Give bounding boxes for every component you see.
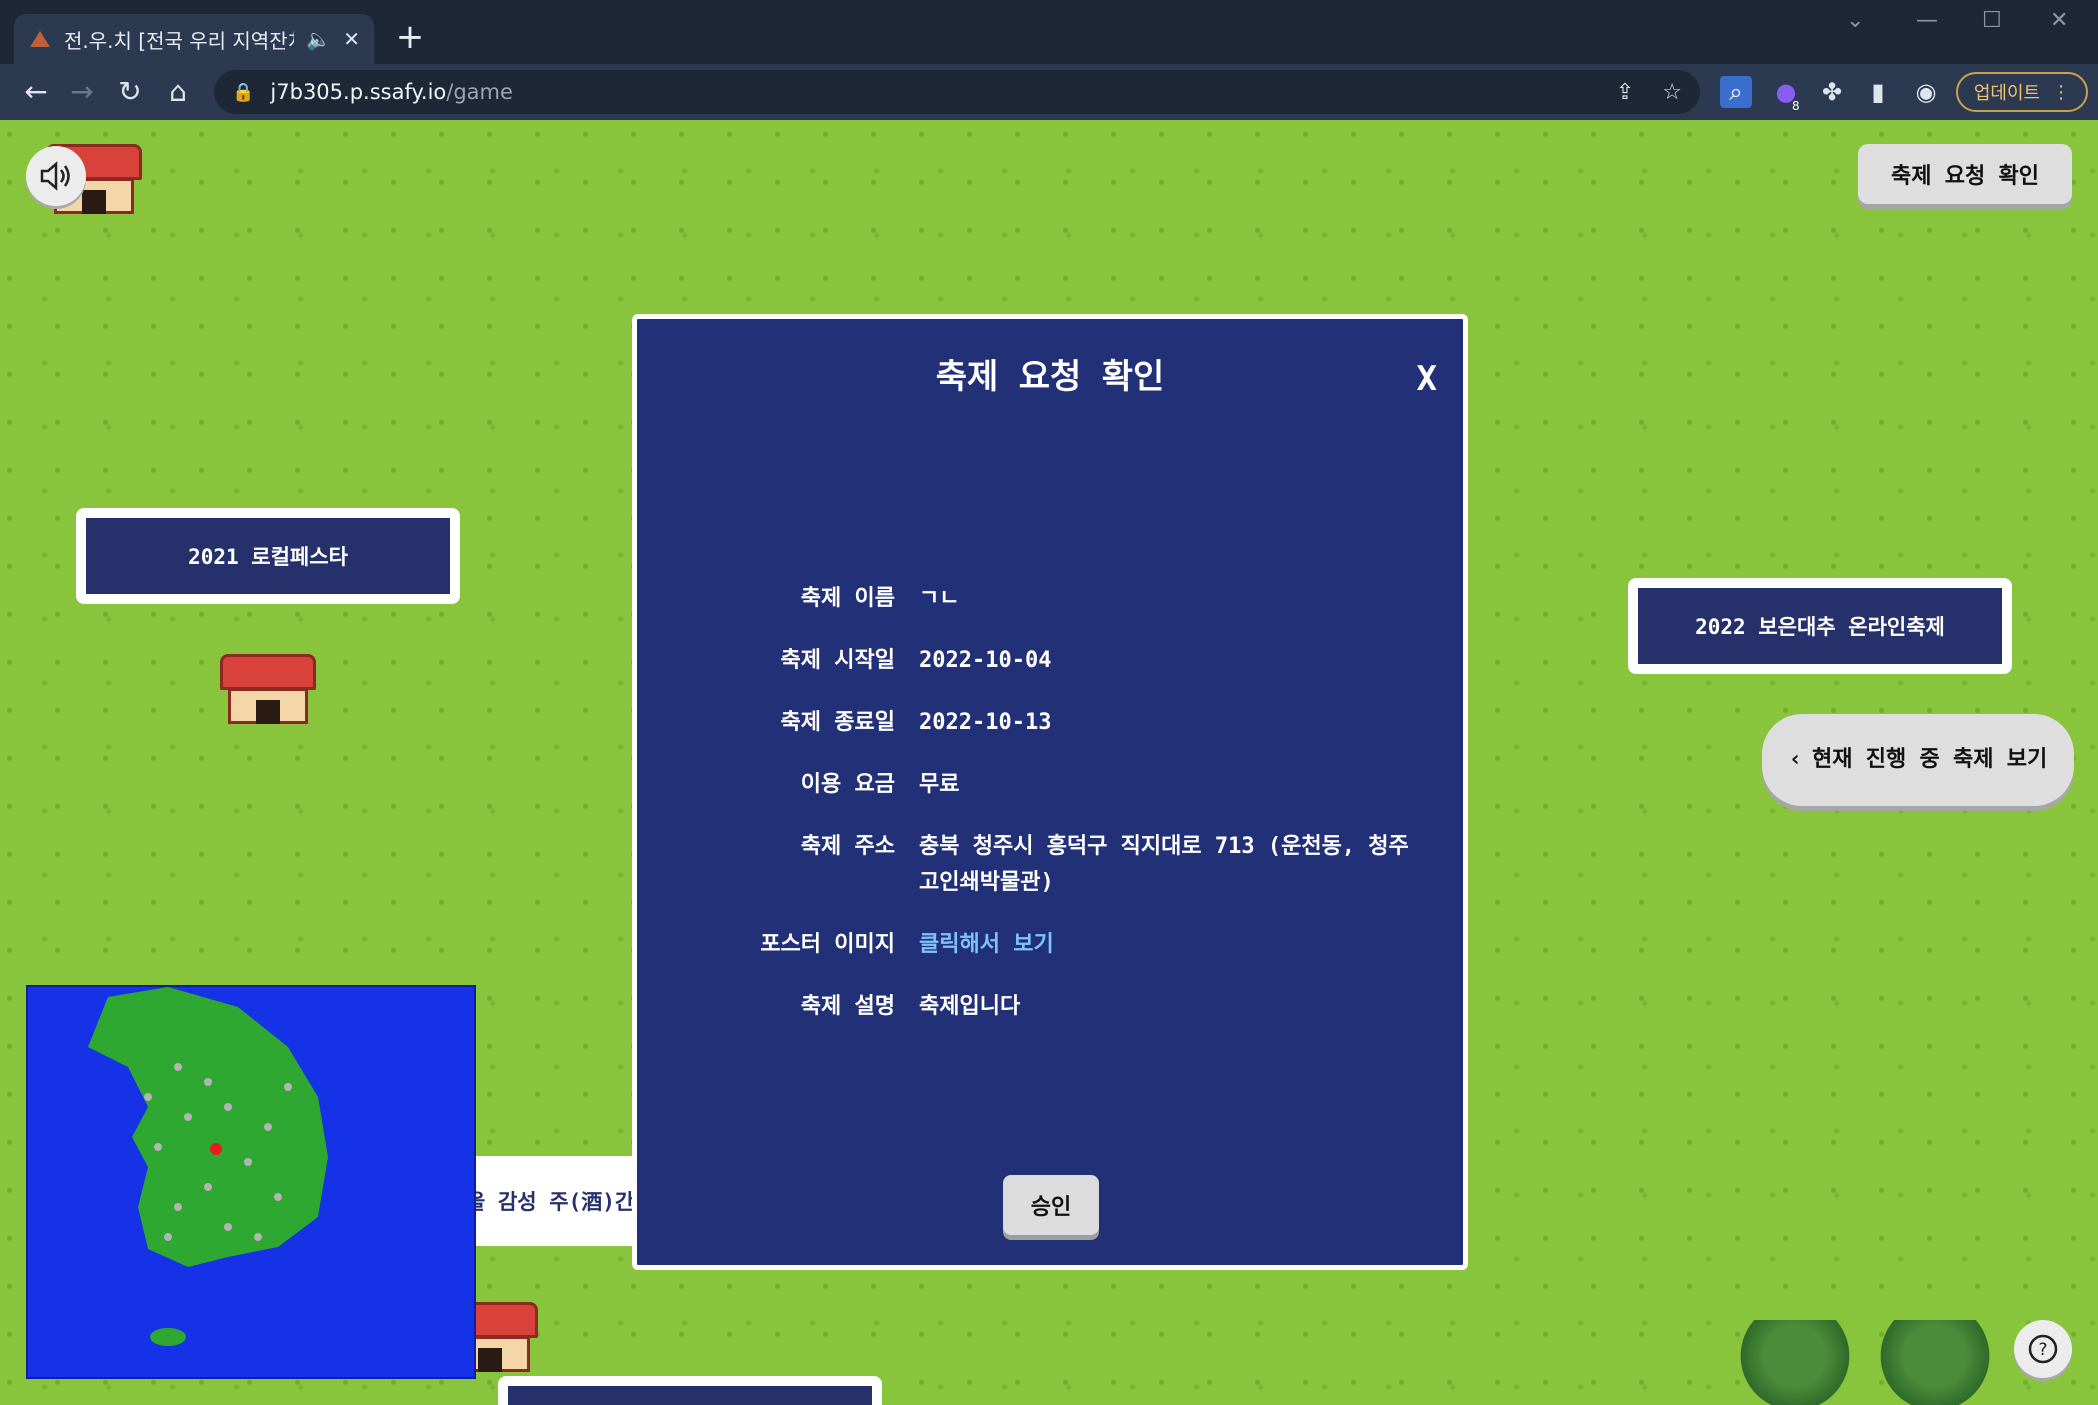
festival-sign[interactable]: 2021 로컬페스타 xyxy=(76,508,460,604)
festival-sign-label xyxy=(508,1386,872,1405)
tab-title: 전.우.치 [전국 우리 지역잔치 xyxy=(64,28,295,53)
svg-text:?: ? xyxy=(2038,1340,2047,1360)
tab-mute-icon[interactable]: 🔈 xyxy=(306,27,331,51)
current-festivals-label: 현재 진행 중 축제 보기 xyxy=(1812,747,2048,772)
minimap[interactable] xyxy=(26,985,476,1379)
info-label: 이용 요금 xyxy=(800,772,895,797)
info-value: ㄱㄴ xyxy=(919,586,960,611)
tab-search-icon[interactable]: ⌄ xyxy=(1846,8,1864,33)
extensions-puzzle-icon[interactable]: ✤ xyxy=(1816,76,1848,108)
korea-map-icon xyxy=(88,987,328,1346)
extension-badge-icon[interactable]: ● 8 xyxy=(1770,76,1802,113)
update-label: 업데이트 xyxy=(1973,83,2041,104)
help-button[interactable]: ? xyxy=(2014,1320,2072,1378)
extension-badge-count: 8 xyxy=(1792,99,1800,113)
url-path: /game xyxy=(446,80,513,104)
question-icon: ? xyxy=(2028,1334,2058,1364)
minimize-icon[interactable]: — xyxy=(1916,8,1938,33)
info-value: 무료 xyxy=(919,772,960,797)
info-label: 축제 주소 xyxy=(800,834,895,859)
modal-title: 축제 요청 확인 xyxy=(935,357,1165,397)
info-label: 축제 설명 xyxy=(800,994,895,1019)
chevron-left-icon: ‹ xyxy=(1788,747,1803,772)
profile-icon[interactable]: ◉ xyxy=(1910,76,1942,108)
current-festivals-button[interactable]: ‹ 현재 진행 중 축제 보기 xyxy=(1762,714,2074,806)
site-favicon-icon xyxy=(30,31,50,47)
home-icon[interactable]: ⌂ xyxy=(160,74,196,110)
info-label: 축제 종료일 xyxy=(780,710,895,735)
info-label: 포스터 이미지 xyxy=(760,932,895,957)
festival-info: 축제 이름 ㄱㄴ 축제 시작일 2022-10-04 축제 종료일 2022-1… xyxy=(697,581,1417,1051)
reload-icon[interactable]: ↻ xyxy=(112,74,148,110)
approve-button[interactable]: 승인 xyxy=(1003,1175,1099,1235)
menu-dots-icon[interactable]: ⋮ xyxy=(2052,82,2070,103)
new-tab-button[interactable]: + xyxy=(390,18,430,58)
tree-sprite xyxy=(1880,1320,1990,1405)
modal-close-button[interactable]: X xyxy=(1417,359,1437,399)
address-bar[interactable]: 🔒 j7b305.p.ssafy.io/game ⇪ ☆ xyxy=(214,70,1700,114)
browser-toolbar: ← → ↻ ⌂ 🔒 j7b305.p.ssafy.io/game ⇪ ☆ ⌕ ●… xyxy=(0,64,2098,120)
tree-sprite xyxy=(1740,1320,1850,1405)
back-icon[interactable]: ← xyxy=(18,74,54,110)
festival-sign[interactable]: 2022 보은대추 온라인축제 xyxy=(1628,578,2012,674)
info-row-fee: 이용 요금 무료 xyxy=(697,767,1417,803)
festival-request-check-button[interactable]: 축제 요청 확인 xyxy=(1858,144,2072,204)
info-value: 2022-10-04 xyxy=(919,648,1052,673)
browser-tabbar: 전.우.치 [전국 우리 지역잔치 🔈 ✕ + ⌄ — ☐ ✕ xyxy=(0,0,2098,64)
side-panel-icon[interactable]: ▮ xyxy=(1862,76,1894,108)
festival-request-modal: 축제 요청 확인 X 축제 이름 ㄱㄴ 축제 시작일 2022-10-04 축제… xyxy=(632,314,1468,1270)
festival-sign-label: 2021 로컬페스타 xyxy=(86,518,450,594)
info-label: 축제 시작일 xyxy=(780,648,895,673)
speaker-icon xyxy=(40,161,70,191)
sound-toggle-button[interactable] xyxy=(26,146,86,206)
lock-icon: 🔒 xyxy=(232,81,255,103)
info-row-name: 축제 이름 ㄱㄴ xyxy=(697,581,1417,617)
tab-close-icon[interactable]: ✕ xyxy=(343,27,360,51)
info-value: 축제입니다 xyxy=(919,994,1021,1019)
info-label: 축제 이름 xyxy=(800,586,895,611)
info-row-end-date: 축제 종료일 2022-10-13 xyxy=(697,705,1417,741)
poster-image-link[interactable]: 클릭해서 보기 xyxy=(919,927,1417,963)
festival-sign[interactable] xyxy=(498,1376,882,1405)
info-row-description: 축제 설명 축제입니다 xyxy=(697,989,1417,1025)
info-row-address: 축제 주소 충북 청주시 흥덕구 직지대로 713 (운천동, 청주고인쇄박물관… xyxy=(697,829,1417,901)
info-value: 충북 청주시 흥덕구 직지대로 713 (운천동, 청주고인쇄박물관) xyxy=(919,834,1409,895)
info-value: 2022-10-13 xyxy=(919,710,1052,735)
info-row-start-date: 축제 시작일 2022-10-04 xyxy=(697,643,1417,679)
maximize-icon[interactable]: ☐ xyxy=(1982,8,2002,33)
update-button[interactable]: 업데이트 ⋮ xyxy=(1956,72,2088,112)
house-sprite xyxy=(220,654,316,724)
url-host: j7b305.p.ssafy.io xyxy=(270,80,447,104)
info-row-poster: 포스터 이미지 클릭해서 보기 xyxy=(697,927,1417,963)
festival-sign-label: 2022 보은대추 온라인축제 xyxy=(1638,588,2002,664)
search-extension-icon[interactable]: ⌕ xyxy=(1720,76,1752,108)
forward-icon[interactable]: → xyxy=(64,74,100,110)
browser-tab[interactable]: 전.우.치 [전국 우리 지역잔치 🔈 ✕ xyxy=(14,14,374,64)
window-close-icon[interactable]: ✕ xyxy=(2050,8,2068,33)
bookmark-star-icon[interactable]: ☆ xyxy=(1662,80,1682,105)
share-icon[interactable]: ⇪ xyxy=(1616,80,1634,105)
